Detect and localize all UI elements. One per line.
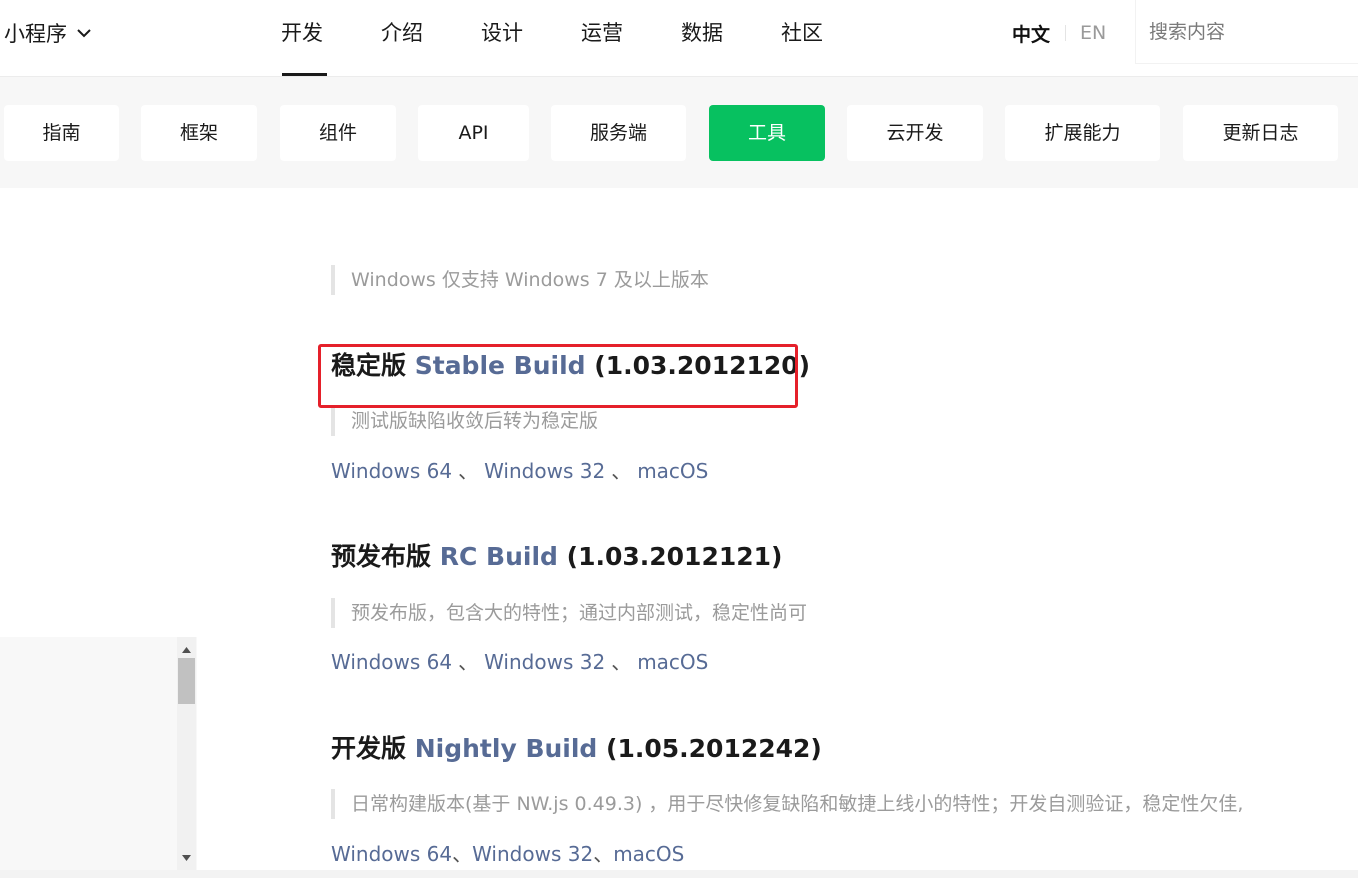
subnav-item-guide[interactable]: 指南: [4, 105, 119, 161]
subnav-item-extensions[interactable]: 扩展能力: [1005, 105, 1160, 161]
chevron-down-icon: [77, 29, 91, 38]
rc-build-title: 预发布版 RC Build (1.03.2012121): [331, 537, 782, 577]
nightly-build-downloads: Windows 64、Windows 32、macOS: [331, 839, 684, 869]
build-label: 预发布版: [331, 542, 432, 571]
language-switch: 中文 EN: [1012, 18, 1106, 48]
subnav-item-framework[interactable]: 框架: [141, 105, 257, 161]
highlight-annotation: [318, 344, 798, 408]
download-windows-64[interactable]: Windows 64: [331, 842, 452, 866]
nav-item-community[interactable]: 社区: [781, 0, 881, 76]
bottom-edge: [0, 870, 1358, 878]
build-version: (1.05.2012242): [606, 734, 822, 763]
side-panel: [0, 637, 197, 870]
product-label: 小程序: [4, 22, 67, 46]
nightly-build-title: 开发版 Nightly Build (1.05.2012242): [331, 729, 822, 769]
search-input[interactable]: [1136, 0, 1349, 63]
lang-chinese[interactable]: 中文: [1012, 20, 1050, 47]
nav-item-intro[interactable]: 介绍: [381, 0, 481, 76]
main-nav: 开发 介绍 设计 运营 数据 社区: [281, 0, 881, 76]
sub-nav: 指南 框架 组件 API 服务端 工具 云开发 扩展能力 更新日志: [0, 77, 1358, 188]
download-macos[interactable]: macOS: [637, 650, 708, 674]
link-separator: 、: [611, 650, 632, 674]
subnav-item-components[interactable]: 组件: [280, 105, 396, 161]
download-windows-32[interactable]: Windows 32: [472, 842, 593, 866]
nav-item-operation[interactable]: 运营: [581, 0, 681, 76]
scroll-thumb[interactable]: [178, 658, 195, 704]
stable-build-downloads: Windows 64、 Windows 32、 macOS: [331, 456, 708, 486]
product-switcher[interactable]: 小程序: [4, 18, 93, 48]
nightly-build-description: 日常构建版本(基于 NW.js 0.49.3) ，用于尽快修复缺陷和敏捷上线小的…: [331, 789, 1243, 819]
build-version: (1.03.2012121): [566, 542, 783, 571]
subnav-item-cloud[interactable]: 云开发: [847, 105, 983, 161]
download-windows-32[interactable]: Windows 32: [484, 459, 605, 483]
subnav-item-server[interactable]: 服务端: [551, 105, 686, 161]
link-separator: 、: [458, 650, 479, 674]
subnav-item-changelog[interactable]: 更新日志: [1183, 105, 1338, 161]
intro-note: Windows 仅支持 Windows 7 及以上版本: [331, 265, 709, 295]
subnav-item-api[interactable]: API: [418, 105, 529, 161]
link-separator: 、: [593, 842, 614, 866]
download-windows-32[interactable]: Windows 32: [484, 650, 605, 674]
build-name: Nightly Build: [414, 734, 598, 763]
rc-build-description: 预发布版，包含大的特性；通过内部测试，稳定性尚可: [331, 598, 807, 628]
download-macos[interactable]: macOS: [613, 842, 684, 866]
scroll-up-arrow-icon[interactable]: [177, 640, 196, 659]
link-separator: 、: [452, 842, 473, 866]
stable-build-description: 测试版缺陷收敛后转为稳定版: [331, 406, 598, 436]
search-box: [1136, 0, 1358, 63]
lang-divider: [1065, 25, 1067, 41]
subnav-item-tools[interactable]: 工具: [709, 105, 825, 161]
nav-item-develop[interactable]: 开发: [281, 0, 381, 76]
side-panel-scrollbar[interactable]: [177, 637, 196, 870]
nav-item-data[interactable]: 数据: [681, 0, 781, 76]
nav-item-design[interactable]: 设计: [481, 0, 581, 76]
scroll-down-arrow-icon[interactable]: [177, 848, 196, 867]
top-header: 小程序 开发 介绍 设计 运营 数据 社区 中文 EN: [0, 0, 1358, 77]
rc-build-downloads: Windows 64、 Windows 32、 macOS: [331, 647, 708, 677]
main-content: Windows 仅支持 Windows 7 及以上版本 稳定版 Stable B…: [0, 188, 1358, 878]
download-macos[interactable]: macOS: [637, 459, 708, 483]
lang-english[interactable]: EN: [1080, 22, 1106, 44]
build-name: RC Build: [439, 542, 558, 571]
download-windows-64[interactable]: Windows 64: [331, 650, 452, 674]
build-label: 开发版: [331, 734, 407, 763]
download-windows-64[interactable]: Windows 64: [331, 459, 452, 483]
link-separator: 、: [458, 459, 479, 483]
link-separator: 、: [611, 459, 632, 483]
